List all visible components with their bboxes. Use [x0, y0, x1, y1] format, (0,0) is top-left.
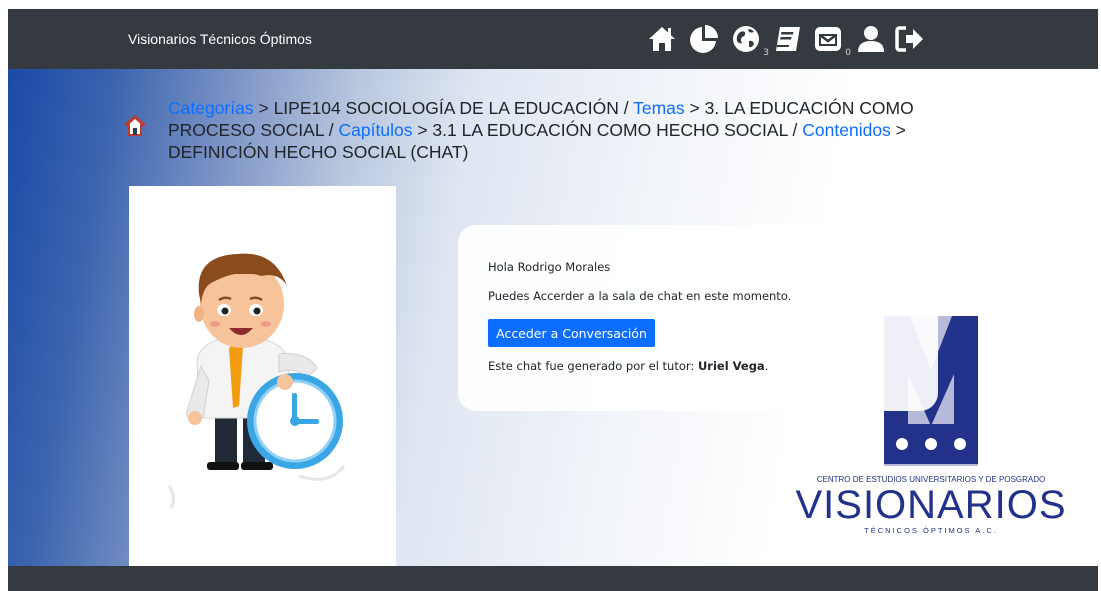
tutor-suffix: . — [764, 359, 769, 373]
tutor-prefix: Este chat fue generado por el tutor: — [488, 359, 698, 373]
breadcrumb-course: LIPE104 SOCIOLOGÍA DE LA EDUCACIÓN — [273, 98, 619, 118]
breadcrumb-content: DEFINICIÓN HECHO SOCIAL (CHAT) — [168, 142, 469, 162]
top-navbar: Visionarios Técnicos Óptimos 3 0 — [8, 9, 1098, 69]
pie-chart-icon[interactable] — [688, 23, 720, 55]
user-icon[interactable] — [855, 23, 887, 55]
book-icon[interactable] — [772, 23, 804, 55]
businessman-clock-illustration — [167, 253, 346, 509]
chat-card: Hola Rodrigo Morales Puedes Accerder a l… — [458, 225, 938, 411]
breadcrumb-chapter: 3.1 LA EDUCACIÓN COMO HECHO SOCIAL — [432, 120, 788, 140]
app-frame: Visionarios Técnicos Óptimos 3 0 Categor… — [8, 9, 1098, 591]
home-icon[interactable] — [646, 23, 678, 55]
availability-text: Puedes Accerder a la sala de chat en est… — [488, 289, 792, 303]
envelope-icon[interactable]: 0 — [812, 23, 851, 58]
breadcrumb-separator: > — [684, 98, 705, 118]
breadcrumb-categories-link[interactable]: Categorías — [168, 98, 254, 118]
chat-illustration — [129, 186, 396, 566]
join-conversation-button[interactable]: Acceder a Conversación — [488, 319, 655, 347]
brand-name[interactable]: Visionarios Técnicos Óptimos — [128, 9, 312, 69]
breadcrumb-contents-link[interactable]: Contenidos — [802, 120, 891, 140]
globe-icon[interactable]: 3 — [730, 23, 769, 58]
logo-tagline: TÉCNICOS ÓPTIMOS A.C. — [864, 526, 998, 535]
tutor-name: Uriel Vega — [697, 359, 765, 373]
breadcrumb-separator: / — [323, 120, 339, 140]
breadcrumb-home-icon[interactable] — [125, 115, 145, 137]
breadcrumb-separator: / — [618, 98, 634, 118]
footer-bar — [8, 566, 1098, 591]
logo-name: VISIONARIOS — [795, 483, 1066, 527]
breadcrumb-themes-link[interactable]: Temas — [633, 98, 685, 118]
sign-out-icon[interactable] — [894, 23, 926, 55]
breadcrumb: Categorías > LIPE104 SOCIOLOGÍA DE LA ED… — [168, 97, 928, 163]
breadcrumb-chapters-link[interactable]: Capítulos — [339, 120, 413, 140]
globe-badge: 3 — [763, 48, 769, 58]
breadcrumb-separator: > — [412, 120, 433, 140]
breadcrumb-separator: > — [253, 98, 274, 118]
breadcrumb-separator: / — [787, 120, 803, 140]
envelope-badge: 0 — [845, 48, 851, 58]
tutor-line: Este chat fue generado por el tutor: Uri… — [488, 359, 768, 373]
breadcrumb-separator: > — [890, 120, 906, 140]
greeting-text: Hola Rodrigo Morales — [488, 260, 611, 274]
